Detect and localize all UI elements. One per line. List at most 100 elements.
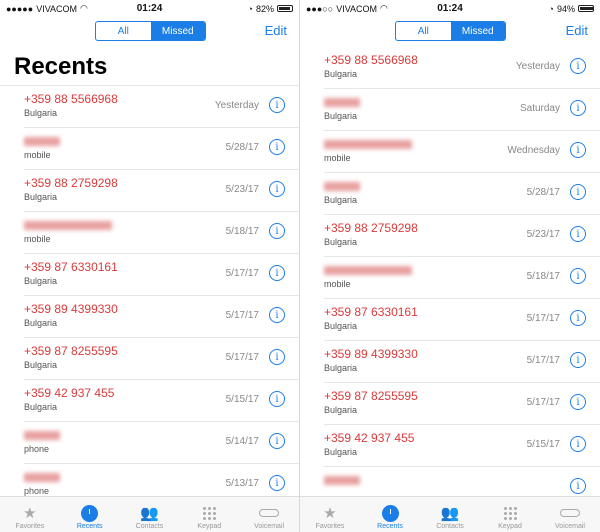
segment-missed[interactable]: Missed: [150, 22, 205, 40]
recents-list: +359 88 5566968 Bulgaria Yesterday i mobile 5…: [0, 85, 299, 506]
tab-favorites[interactable]: ★ Favorites: [0, 497, 60, 532]
call-type-label: mobile: [24, 234, 51, 244]
call-row[interactable]: +359 89 4399330 Bulgaria 5/17/17 i: [324, 341, 600, 383]
tab-label: Keypad: [498, 523, 522, 530]
call-type-label: Bulgaria: [324, 405, 358, 415]
battery-label: 94%: [556, 3, 575, 14]
left-phone-screen: ●●●●● VIVACOM ◠ 01:24 ◔ 82% All Missed Edit…: [0, 0, 300, 532]
voicemail-icon: [560, 503, 580, 523]
info-icon[interactable]: i: [269, 475, 285, 491]
info-icon[interactable]: i: [269, 139, 285, 155]
call-date: Yesterday: [515, 61, 560, 72]
tab-contacts[interactable]: 👥 Contacts: [120, 497, 180, 532]
call-row[interactable]: +359 88 5566968 Bulgaria Yesterday i: [324, 47, 600, 89]
call-row[interactable]: mobile 5/18/17 i: [24, 212, 299, 254]
call-date: 5/28/17: [526, 187, 560, 198]
call-row[interactable]: +359 89 4399330 Bulgaria 5/17/17 i: [24, 296, 299, 338]
call-row[interactable]: phone 5/14/17 i: [24, 422, 299, 464]
call-row[interactable]: +359 87 6330161 Bulgaria 5/17/17 i: [24, 254, 299, 296]
segment-all[interactable]: All: [96, 22, 151, 40]
signal-icon: ●●●●●: [6, 3, 34, 14]
call-row[interactable]: +359 88 2759298 Bulgaria 5/23/17 i: [324, 215, 600, 257]
edit-button[interactable]: Edit: [265, 23, 287, 38]
battery-icon: [276, 5, 293, 12]
tab-keypad[interactable]: Keypad: [179, 497, 239, 532]
page-title: Recents: [14, 53, 108, 80]
info-icon[interactable]: i: [570, 268, 586, 284]
star-icon: ★: [23, 505, 37, 522]
call-row[interactable]: mobile 5/18/17 i: [324, 257, 600, 299]
info-icon[interactable]: i: [570, 58, 586, 74]
tab-contacts[interactable]: 👥 Contacts: [420, 497, 480, 532]
info-icon[interactable]: i: [570, 226, 586, 242]
info-icon[interactable]: i: [269, 181, 285, 197]
call-date: 5/14/17: [225, 436, 259, 447]
call-type-label: mobile: [324, 279, 351, 289]
call-row[interactable]: +359 42 937 455 Bulgaria 5/15/17 i: [324, 425, 600, 467]
star-icon: ★: [323, 505, 337, 522]
info-icon[interactable]: i: [269, 223, 285, 239]
time-label: 01:24: [136, 3, 163, 14]
info-icon[interactable]: i: [269, 433, 285, 449]
info-icon[interactable]: i: [570, 184, 586, 200]
info-icon[interactable]: i: [269, 391, 285, 407]
info-icon[interactable]: i: [269, 97, 285, 113]
info-icon[interactable]: i: [570, 100, 586, 116]
tab-voicemail[interactable]: Voicemail: [239, 497, 299, 532]
call-row[interactable]: mobile 5/28/17 i: [24, 128, 299, 170]
tab-label: Keypad: [197, 523, 222, 530]
call-row[interactable]: +359 87 6330161 Bulgaria 5/17/17 i: [324, 299, 600, 341]
tab-recents[interactable]: Recents: [360, 497, 420, 532]
call-row[interactable]: +359 87 8255595 Bulgaria 5/17/17 i: [324, 383, 600, 425]
call-type-label: Bulgaria: [24, 318, 58, 328]
call-date: 5/17/17: [526, 397, 560, 408]
tab-label: Recents: [76, 523, 103, 530]
caller-number: +359 88 5566968: [24, 92, 118, 106]
tab-label: Recents: [377, 523, 403, 530]
signal-icon: ●●●○○: [306, 3, 334, 14]
call-type-label: Bulgaria: [324, 363, 358, 373]
call-row[interactable]: Bulgaria 5/28/17 i: [324, 173, 600, 215]
call-row[interactable]: +359 87 8255595 Bulgaria 5/17/17 i: [24, 338, 299, 380]
call-type-label: Bulgaria: [24, 192, 58, 202]
tab-label: Voicemail: [555, 523, 585, 530]
call-date: 5/23/17: [225, 184, 259, 195]
call-type-label: Bulgaria: [24, 402, 58, 412]
call-date: 5/15/17: [526, 439, 560, 450]
battery-label: 82%: [255, 3, 274, 14]
edit-button[interactable]: Edit: [566, 23, 588, 38]
tab-bar: ★ Favorites Recents 👥 Contacts Keypad Voicemai…: [300, 496, 600, 532]
call-row[interactable]: +359 88 5566968 Bulgaria Yesterday i: [24, 86, 299, 128]
tab-label: Favorites: [15, 523, 45, 530]
tab-favorites[interactable]: ★ Favorites: [300, 497, 360, 532]
call-date: 5/17/17: [526, 313, 560, 324]
call-row[interactable]: mobile Wednesday i: [324, 131, 600, 173]
info-icon[interactable]: i: [570, 478, 586, 494]
info-icon[interactable]: i: [570, 142, 586, 158]
call-row[interactable]: +359 42 937 455 Bulgaria 5/15/17 i: [24, 380, 299, 422]
info-icon[interactable]: i: [269, 307, 285, 323]
clock-icon: [381, 503, 399, 523]
segment-all[interactable]: All: [396, 22, 451, 40]
call-type-label: Bulgaria: [24, 360, 58, 370]
tab-voicemail[interactable]: Voicemail: [540, 497, 600, 532]
call-row[interactable]: Bulgaria Saturday i: [324, 89, 600, 131]
segment-missed[interactable]: Missed: [450, 22, 505, 40]
caller-number: +359 88 5566968: [324, 53, 418, 67]
caller-number: +359 42 937 455: [324, 431, 415, 445]
call-row[interactable]: +359 88 2759298 Bulgaria 5/23/17 i: [24, 170, 299, 212]
tab-recents[interactable]: Recents: [60, 497, 120, 532]
info-icon[interactable]: i: [570, 394, 586, 410]
battery-icon: [577, 5, 594, 12]
info-icon[interactable]: i: [570, 436, 586, 452]
nav-bar: All Missed Edit: [0, 17, 299, 47]
info-icon[interactable]: i: [570, 310, 586, 326]
info-icon[interactable]: i: [269, 265, 285, 281]
redacted-contact-name: [24, 221, 112, 230]
redacted-contact-name: [324, 266, 412, 275]
info-icon[interactable]: i: [570, 352, 586, 368]
info-icon[interactable]: i: [269, 349, 285, 365]
redacted-contact-name: [324, 98, 360, 107]
tab-keypad[interactable]: Keypad: [480, 497, 540, 532]
wifi-icon: ◠: [80, 3, 88, 13]
